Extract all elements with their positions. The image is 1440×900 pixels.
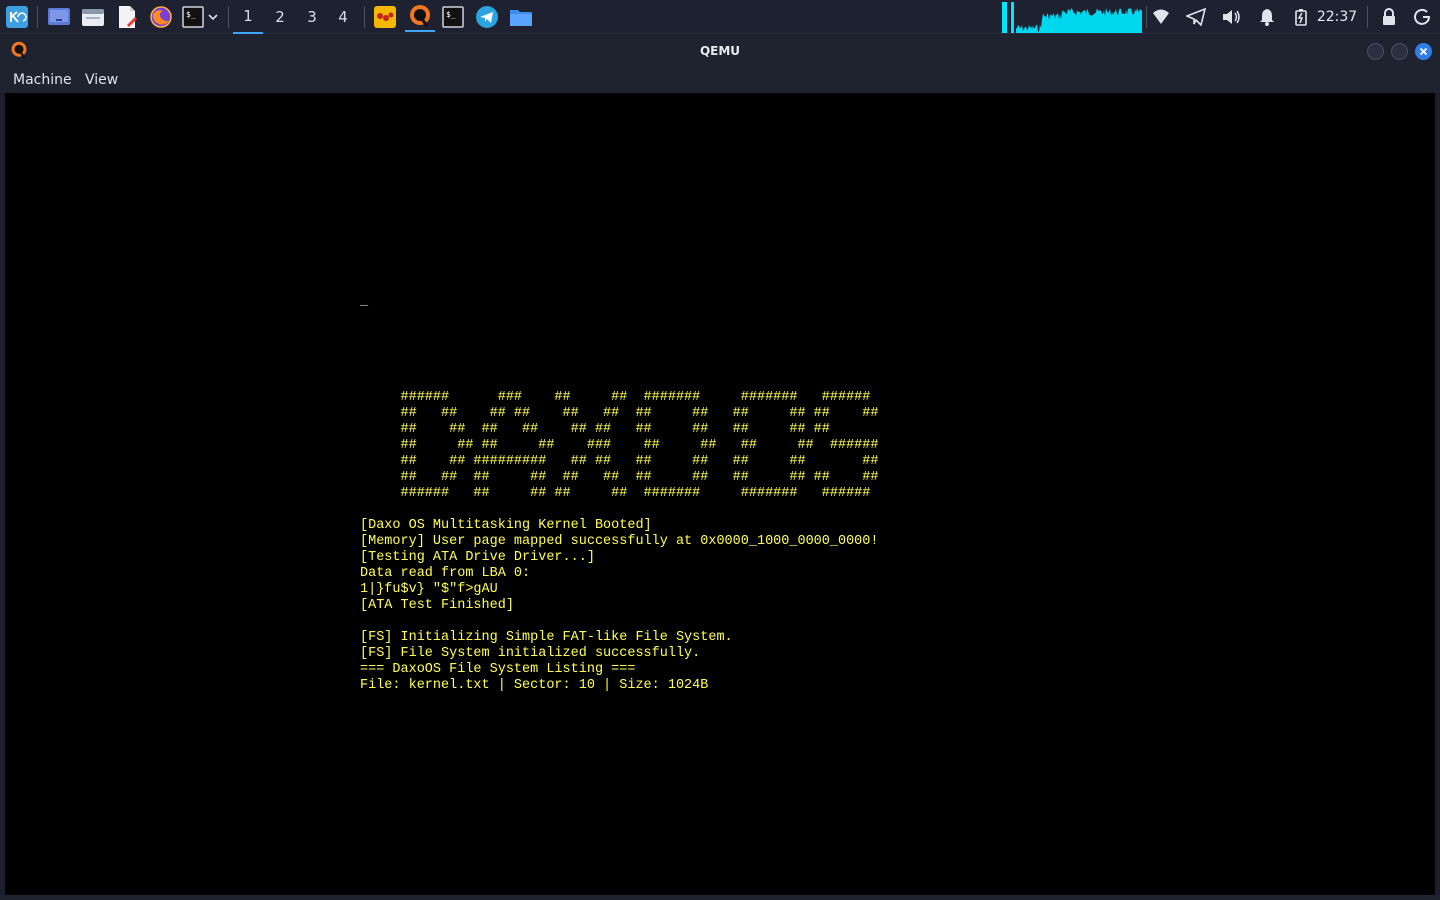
console-lines: ###### ### ## ## ####### ####### ###### … xyxy=(360,310,878,694)
console-line: ## ## ## ## ### ## ## ## ## ###### xyxy=(360,438,879,453)
workspace-2[interactable]: 2 xyxy=(265,0,295,34)
close-button[interactable] xyxy=(1415,43,1432,60)
kde-icon[interactable] xyxy=(4,4,30,30)
maximize-button[interactable] xyxy=(1391,43,1408,60)
workspace-1[interactable]: 1 xyxy=(233,0,263,34)
window-frame xyxy=(0,895,1440,900)
console-line: ## ## ######### ## ## ## ## ## ## ## xyxy=(360,454,879,469)
power-icon[interactable] xyxy=(1409,4,1435,30)
file-manager-icon[interactable] xyxy=(80,4,106,30)
workspace-3[interactable]: 3 xyxy=(297,0,327,34)
menu-machine[interactable]: Machine xyxy=(13,66,72,93)
terminal-icon[interactable]: $_ xyxy=(180,4,206,30)
workspace-4[interactable]: 4 xyxy=(328,0,358,34)
console-line: ## ## ## ## ## ## ## ## ## ## ## xyxy=(360,422,830,437)
top-panel: $_ 1 2 3 4 $_ 22:37 xyxy=(0,0,1440,34)
telegram-icon[interactable] xyxy=(474,4,500,30)
console-output: _ ###### ### ## ## ####### ####### #####… xyxy=(360,294,878,694)
desktop-icon[interactable] xyxy=(46,4,72,30)
battery-icon[interactable] xyxy=(1288,4,1314,30)
chevron-down-icon[interactable] xyxy=(204,4,222,30)
panel-separator xyxy=(37,6,38,28)
panel-separator xyxy=(228,6,229,28)
console-line: [Daxo OS Multitasking Kernel Booted] xyxy=(360,518,652,533)
panel-separator xyxy=(1146,6,1147,28)
telegram-tray-icon[interactable] xyxy=(1183,4,1209,30)
console-line: === DaxoOS File System Listing === xyxy=(360,662,636,677)
svg-text:$_: $_ xyxy=(186,10,196,19)
console-line: [Memory] User page mapped successfully a… xyxy=(360,534,879,549)
office-app-icon[interactable] xyxy=(372,4,398,30)
menu-view[interactable]: View xyxy=(85,66,118,93)
document-editor-icon[interactable] xyxy=(114,4,140,30)
clock[interactable]: 22:37 xyxy=(1316,0,1358,34)
console-line: [FS] File System initialized successfull… xyxy=(360,646,701,661)
close-icon xyxy=(1419,47,1428,56)
lock-icon[interactable] xyxy=(1376,4,1402,30)
console-line: Data read from LBA 0: xyxy=(360,566,531,581)
minimize-button[interactable] xyxy=(1367,43,1384,60)
console-line: [Testing ATA Drive Driver...] xyxy=(360,550,595,565)
volume-icon[interactable] xyxy=(1218,4,1244,30)
qemu-icon[interactable] xyxy=(405,2,435,32)
console-line: 1|}fu$v} "$"f>gAU xyxy=(360,582,498,597)
notification-icon[interactable] xyxy=(1254,4,1280,30)
folder-icon[interactable] xyxy=(508,4,534,30)
window-titlebar[interactable]: QEMU xyxy=(0,35,1440,66)
console-line: [FS] Initializing Simple FAT-like File S… xyxy=(360,630,733,645)
firefox-icon[interactable] xyxy=(148,4,174,30)
cpu-load-graph xyxy=(1002,2,1142,33)
console-line: ## ## ## ## ## ## ## ## ## ## ## ## xyxy=(360,470,879,485)
console-line: ###### ## ## ## ## ####### ####### #####… xyxy=(360,486,871,501)
menu-bar: Machine View xyxy=(0,66,1440,93)
svg-text:$_: $_ xyxy=(446,10,456,19)
console-line: [ATA Test Finished] xyxy=(360,598,514,613)
console-cursor: _ xyxy=(360,294,369,309)
window-title: QEMU xyxy=(699,43,741,58)
console-line: File: kernel.txt | Sector: 10 | Size: 10… xyxy=(360,678,709,693)
terminal-icon[interactable]: $_ xyxy=(440,4,466,30)
console-line: ###### ### ## ## ####### ####### ###### xyxy=(360,390,871,405)
panel-separator xyxy=(1367,6,1368,28)
panel-separator xyxy=(364,6,365,28)
console-line: ## ## ## ## ## ## ## ## ## ## ## ## xyxy=(360,406,879,421)
network-icon[interactable] xyxy=(1148,4,1174,30)
